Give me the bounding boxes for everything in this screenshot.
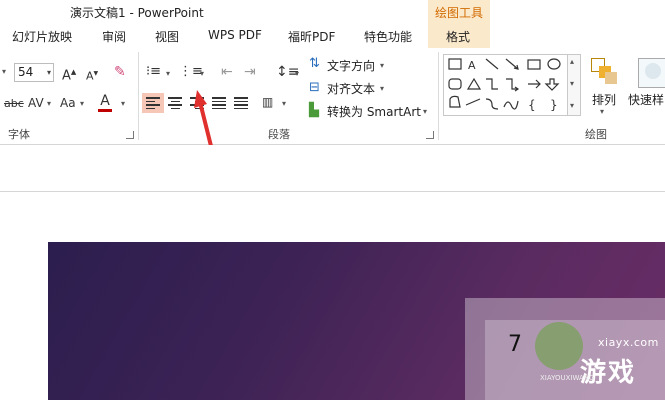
- smartart-icon[interactable]: ▙: [309, 103, 319, 119]
- text-direction-button[interactable]: 文字方向: [327, 57, 375, 74]
- tab-view[interactable]: 视图: [155, 28, 179, 45]
- chevron-down-icon[interactable]: ▾: [47, 68, 51, 77]
- watermark-english: XIAYOUXIWANG: [540, 374, 595, 382]
- font-size-value: 54: [18, 65, 34, 79]
- chevron-down-icon[interactable]: ▾: [600, 107, 604, 116]
- shapes-gallery-icons: A { }: [448, 58, 561, 112]
- shapes-gallery[interactable]: A { }: [443, 54, 570, 116]
- arrange-button[interactable]: 排列: [592, 91, 616, 108]
- increase-indent-icon[interactable]: ⇥: [244, 64, 256, 80]
- svg-text:A: A: [468, 59, 476, 72]
- tab-foxit-pdf[interactable]: 福昕PDF: [288, 28, 335, 45]
- shapes-gallery-scrollbar[interactable]: ▴ ▾ ▾: [567, 54, 581, 116]
- tab-features[interactable]: 特色功能: [364, 28, 412, 45]
- increase-font-size-icon[interactable]: A▲: [62, 64, 76, 84]
- chevron-down-icon[interactable]: ▾: [380, 84, 384, 93]
- chevron-down-icon[interactable]: ▾: [47, 99, 51, 108]
- chevron-down-icon[interactable]: ▾: [423, 107, 427, 116]
- distributed-icon[interactable]: [234, 95, 248, 111]
- chevron-down-icon[interactable]: ▾: [121, 99, 125, 108]
- decrease-indent-icon[interactable]: ⇤: [221, 64, 233, 80]
- watermark-logo: [535, 322, 583, 370]
- watermark-text: 游戏: [580, 358, 637, 388]
- scroll-down-icon[interactable]: ▾: [570, 79, 574, 88]
- chevron-down-icon[interactable]: ▾: [282, 99, 286, 108]
- clear-formatting-icon[interactable]: ✎: [114, 64, 126, 80]
- arrange-icon[interactable]: [591, 58, 619, 86]
- paragraph-dialog-launcher-icon[interactable]: [426, 131, 434, 139]
- chevron-down-icon[interactable]: ▾: [200, 69, 204, 78]
- strikethrough-icon[interactable]: abc: [4, 96, 24, 112]
- slide-text[interactable]: 7: [508, 332, 522, 357]
- watermark-site: xiayx.com: [598, 336, 659, 349]
- font-dialog-launcher-icon[interactable]: [126, 131, 134, 139]
- tab-wps-pdf[interactable]: WPS PDF: [208, 28, 262, 42]
- context-tab-group-label: 绘图工具: [434, 6, 483, 20]
- font-color-icon[interactable]: A: [98, 93, 112, 112]
- columns-icon[interactable]: ▥: [262, 94, 273, 110]
- bullets-icon[interactable]: ⁝≡: [146, 64, 161, 80]
- text-direction-icon[interactable]: ⇅: [309, 56, 320, 72]
- font-group-label: 字体: [8, 128, 30, 141]
- chevron-down-icon[interactable]: ▾: [80, 99, 84, 108]
- align-left-icon: [146, 95, 160, 111]
- paragraph-group-label: 段落: [268, 128, 290, 141]
- tab-review[interactable]: 审阅: [102, 28, 126, 45]
- window-title: 演示文稿1 - PowerPoint: [70, 6, 204, 20]
- svg-text:{: {: [528, 98, 536, 112]
- align-text-icon[interactable]: ⊟: [309, 80, 320, 96]
- ribbon-spacer: [0, 145, 665, 192]
- chevron-down-icon[interactable]: ▾: [166, 69, 170, 78]
- decrease-font-size-icon[interactable]: A▼: [86, 66, 98, 85]
- font-name-dropdown-icon[interactable]: ▾: [2, 67, 6, 76]
- svg-text:}: }: [550, 98, 558, 112]
- chevron-down-icon[interactable]: ▾: [295, 69, 299, 78]
- align-text-button[interactable]: 对齐文本: [327, 80, 375, 97]
- tab-format[interactable]: 格式: [446, 28, 470, 45]
- chevron-down-icon[interactable]: ▾: [380, 61, 384, 70]
- group-separator: [438, 52, 439, 140]
- scroll-up-icon[interactable]: ▴: [570, 57, 574, 66]
- tab-slideshow[interactable]: 幻灯片放映: [12, 28, 72, 45]
- change-case-icon[interactable]: Aa: [60, 95, 76, 111]
- group-separator: [138, 52, 139, 140]
- align-center-icon[interactable]: [168, 95, 182, 111]
- quick-styles-button[interactable]: 快速样: [628, 91, 664, 108]
- character-spacing-icon[interactable]: AV: [28, 95, 44, 111]
- drawing-group-label: 绘图: [585, 128, 607, 141]
- gallery-more-icon[interactable]: ▾: [570, 101, 574, 110]
- font-size-combobox[interactable]: 54 ▾: [14, 63, 54, 82]
- quick-styles-icon[interactable]: [638, 58, 665, 88]
- annotation-arrow: [194, 90, 213, 148]
- convert-smartart-button[interactable]: 转换为 SmartArt: [327, 103, 421, 120]
